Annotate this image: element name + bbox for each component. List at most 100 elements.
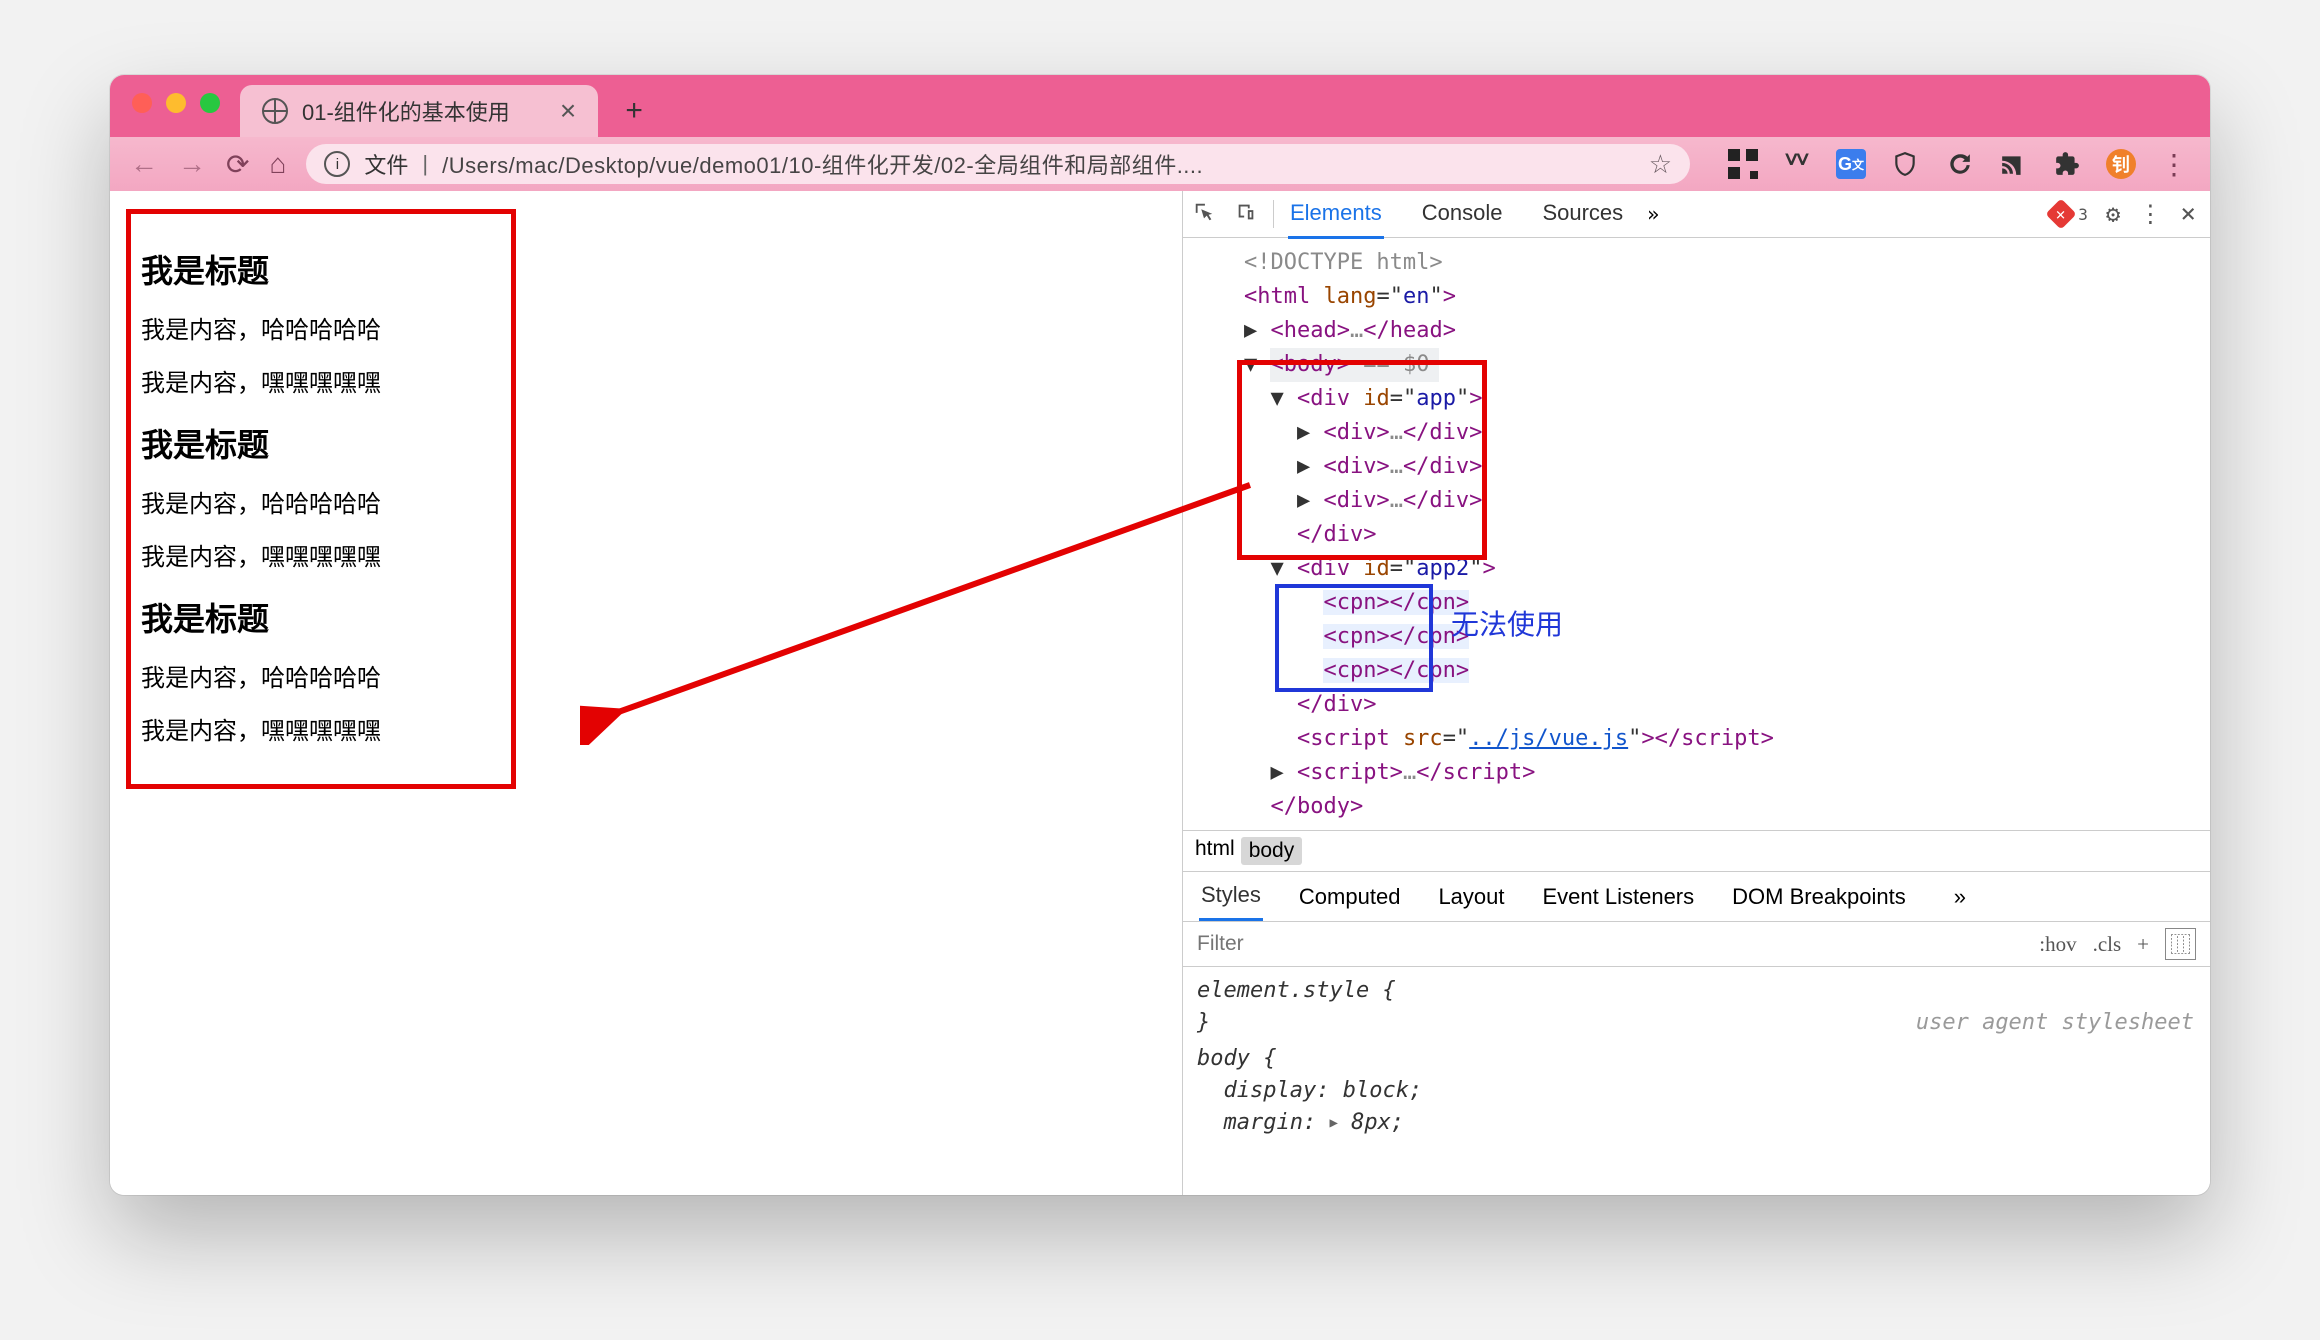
inspect-icon[interactable] (1183, 201, 1225, 227)
page-text: 我是内容，哈哈哈哈哈 (141, 658, 501, 693)
minimize-window-button[interactable] (166, 93, 186, 113)
globe-icon (262, 98, 288, 124)
content-area: 我是标题我是内容，哈哈哈哈哈我是内容，嘿嘿嘿嘿嘿我是标题我是内容，哈哈哈哈哈我是… (110, 191, 2210, 1195)
css-declaration[interactable]: margin: ▶ 8px; (1197, 1107, 2196, 1141)
more-tabs-icon[interactable]: » (1647, 202, 1659, 226)
toggle-sidebar-icon[interactable]: ⿲ (2165, 928, 2196, 960)
body-rule-selector: body { (1197, 1043, 2196, 1075)
page-text: 我是内容，嘿嘿嘿嘿嘿 (141, 537, 501, 572)
dom-line[interactable]: <cpn></cpn> (1191, 586, 2202, 620)
styles-tab-styles[interactable]: Styles (1199, 872, 1263, 921)
close-tab-icon[interactable]: × (560, 95, 576, 127)
devtools-menu-icon[interactable]: ⋮ (2138, 200, 2162, 228)
address-bar[interactable]: i 文件 | /Users/mac/Desktop/vue/demo01/10-… (306, 144, 1690, 184)
google-translate-icon[interactable]: G文 (1836, 149, 1866, 179)
page-output-highlight: 我是标题我是内容，哈哈哈哈哈我是内容，嘿嘿嘿嘿嘿我是标题我是内容，哈哈哈哈哈我是… (126, 209, 516, 789)
back-button[interactable]: ← (130, 148, 158, 180)
device-toggle-icon[interactable] (1225, 201, 1267, 227)
devtools-header: Elements Console Sources » ✕ 3 ⚙ ⋮ × (1183, 191, 2210, 238)
profile-avatar[interactable]: 钊 (2106, 149, 2136, 179)
shield-icon[interactable] (1890, 149, 1920, 179)
dom-line[interactable]: </div> (1191, 688, 2202, 722)
styles-filter-bar: :hov .cls + ⿲ (1183, 922, 2210, 967)
cast-icon[interactable] (1998, 149, 2028, 179)
styles-pane[interactable]: element.style { } body { display: block;… (1183, 967, 2210, 1149)
dom-line[interactable]: ▶ <div>…</div> (1191, 450, 2202, 484)
styles-tab-dom-breakpoints[interactable]: DOM Breakpoints (1730, 874, 1908, 920)
devtools-tab-sources[interactable]: Sources (1540, 190, 1625, 239)
page-heading: 我是标题 (141, 246, 501, 292)
dom-tree[interactable]: 无法使用 <!DOCTYPE html> <html lang="en"> ▶ … (1183, 238, 2210, 830)
tab-title: 01-组件化的基本使用 (302, 95, 510, 127)
dom-line[interactable]: <script src="../js/vue.js"></script> (1191, 722, 2202, 756)
dom-line[interactable]: <cpn></cpn> (1191, 620, 2202, 654)
browser-tab[interactable]: 01-组件化的基本使用 × (240, 85, 598, 137)
dom-line[interactable]: ▼ <body> == $0 (1191, 348, 2202, 382)
dom-line[interactable]: <cpn></cpn> (1191, 654, 2202, 688)
extensions-icon[interactable] (2052, 149, 2082, 179)
page-text: 我是内容，哈哈哈哈哈 (141, 484, 501, 519)
dom-line[interactable]: ▶ <head>…</head> (1191, 314, 2202, 348)
dom-line[interactable]: ▶ <div>…</div> (1191, 484, 2202, 518)
error-icon: ✕ (2046, 198, 2077, 229)
dom-line[interactable]: </body> (1191, 790, 2202, 824)
breadcrumb-html[interactable]: html (1195, 837, 1235, 865)
page-heading: 我是标题 (141, 594, 501, 640)
maximize-window-button[interactable] (200, 93, 220, 113)
forward-button[interactable]: → (178, 148, 206, 180)
more-style-tabs-icon[interactable]: » (1954, 884, 1966, 910)
page-text: 我是内容，嘿嘿嘿嘿嘿 (141, 363, 501, 398)
devtools-tabs: Elements Console Sources (1280, 190, 1625, 239)
styles-filter-options: :hov .cls + ⿲ (2025, 928, 2210, 960)
annotation-cannot-use-label: 无法使用 (1451, 608, 1563, 642)
styles-tab-bar: Styles Computed Layout Event Listeners DOM B… (1183, 872, 2210, 922)
styles-tab-computed[interactable]: Computed (1297, 874, 1403, 920)
filter-opt[interactable]: .cls (2093, 932, 2122, 957)
styles-tab-layout[interactable]: Layout (1436, 874, 1506, 920)
url-path: /Users/mac/Desktop/vue/demo01/10-组件化开发/0… (442, 148, 1203, 180)
reload-button[interactable]: ⟳ (226, 148, 249, 181)
element-style-rule: element.style { (1197, 975, 2196, 1007)
devtools-settings-icon[interactable]: ⚙ (2106, 200, 2120, 228)
extension-v-icon[interactable]: ⱽⱽ (1782, 149, 1812, 179)
site-info-icon[interactable]: i (324, 151, 350, 177)
error-counter[interactable]: ✕ 3 (2050, 203, 2088, 225)
browser-menu-icon[interactable]: ⋮ (2160, 148, 2190, 181)
url-scheme: 文件 (364, 148, 408, 180)
dom-line[interactable]: </div> (1191, 518, 2202, 552)
page-text: 我是内容，哈哈哈哈哈 (141, 310, 501, 345)
error-count: 3 (2078, 205, 2088, 224)
devtools-tab-console[interactable]: Console (1420, 190, 1505, 239)
filter-opt[interactable]: :hov (2039, 932, 2076, 957)
window-controls (132, 93, 220, 113)
devtools-panel: Elements Console Sources » ✕ 3 ⚙ ⋮ × (1182, 191, 2210, 1195)
dom-line[interactable]: ▶ <script>…</script> (1191, 756, 2202, 790)
breadcrumb-body[interactable]: body (1241, 837, 1303, 865)
home-button[interactable]: ⌂ (269, 148, 286, 180)
css-declaration[interactable]: display: block; (1197, 1075, 2196, 1107)
tab-strip: 01-组件化的基本使用 × + (110, 75, 2210, 137)
page-text: 我是内容，嘿嘿嘿嘿嘿 (141, 711, 501, 746)
filter-opt[interactable]: + (2137, 932, 2149, 957)
dom-line[interactable]: ▶ <div>…</div> (1191, 416, 2202, 450)
extension-area: ⱽⱽ G文 钊 ⋮ (1728, 148, 2190, 181)
bookmark-star-icon[interactable]: ☆ (1649, 149, 1672, 180)
browser-window: 01-组件化的基本使用 × + ← → ⟳ ⌂ i 文件 | /Users/ma… (110, 75, 2210, 1195)
dom-line[interactable]: <html lang="en"> (1191, 280, 2202, 314)
history-icon[interactable] (1944, 149, 1974, 179)
dom-line[interactable]: ▼ <div id="app2"> (1191, 552, 2202, 586)
page-heading: 我是标题 (141, 420, 501, 466)
qr-icon[interactable] (1728, 149, 1758, 179)
devtools-close-icon[interactable]: × (2180, 199, 2196, 229)
dom-breadcrumbs[interactable]: htmlbody (1183, 830, 2210, 872)
dom-line[interactable]: <!DOCTYPE html> (1191, 246, 2202, 280)
close-window-button[interactable] (132, 93, 152, 113)
new-tab-button[interactable]: + (612, 89, 656, 133)
toolbar: ← → ⟳ ⌂ i 文件 | /Users/mac/Desktop/vue/de… (110, 137, 2210, 191)
styles-filter-input[interactable] (1183, 932, 2025, 956)
user-agent-label: user agent stylesheet (1916, 1007, 2194, 1039)
devtools-tab-elements[interactable]: Elements (1288, 190, 1384, 239)
rendered-page: 我是标题我是内容，哈哈哈哈哈我是内容，嘿嘿嘿嘿嘿我是标题我是内容，哈哈哈哈哈我是… (110, 191, 1182, 1195)
dom-line[interactable]: ▼ <div id="app"> (1191, 382, 2202, 416)
styles-tab-event-listeners[interactable]: Event Listeners (1541, 874, 1697, 920)
